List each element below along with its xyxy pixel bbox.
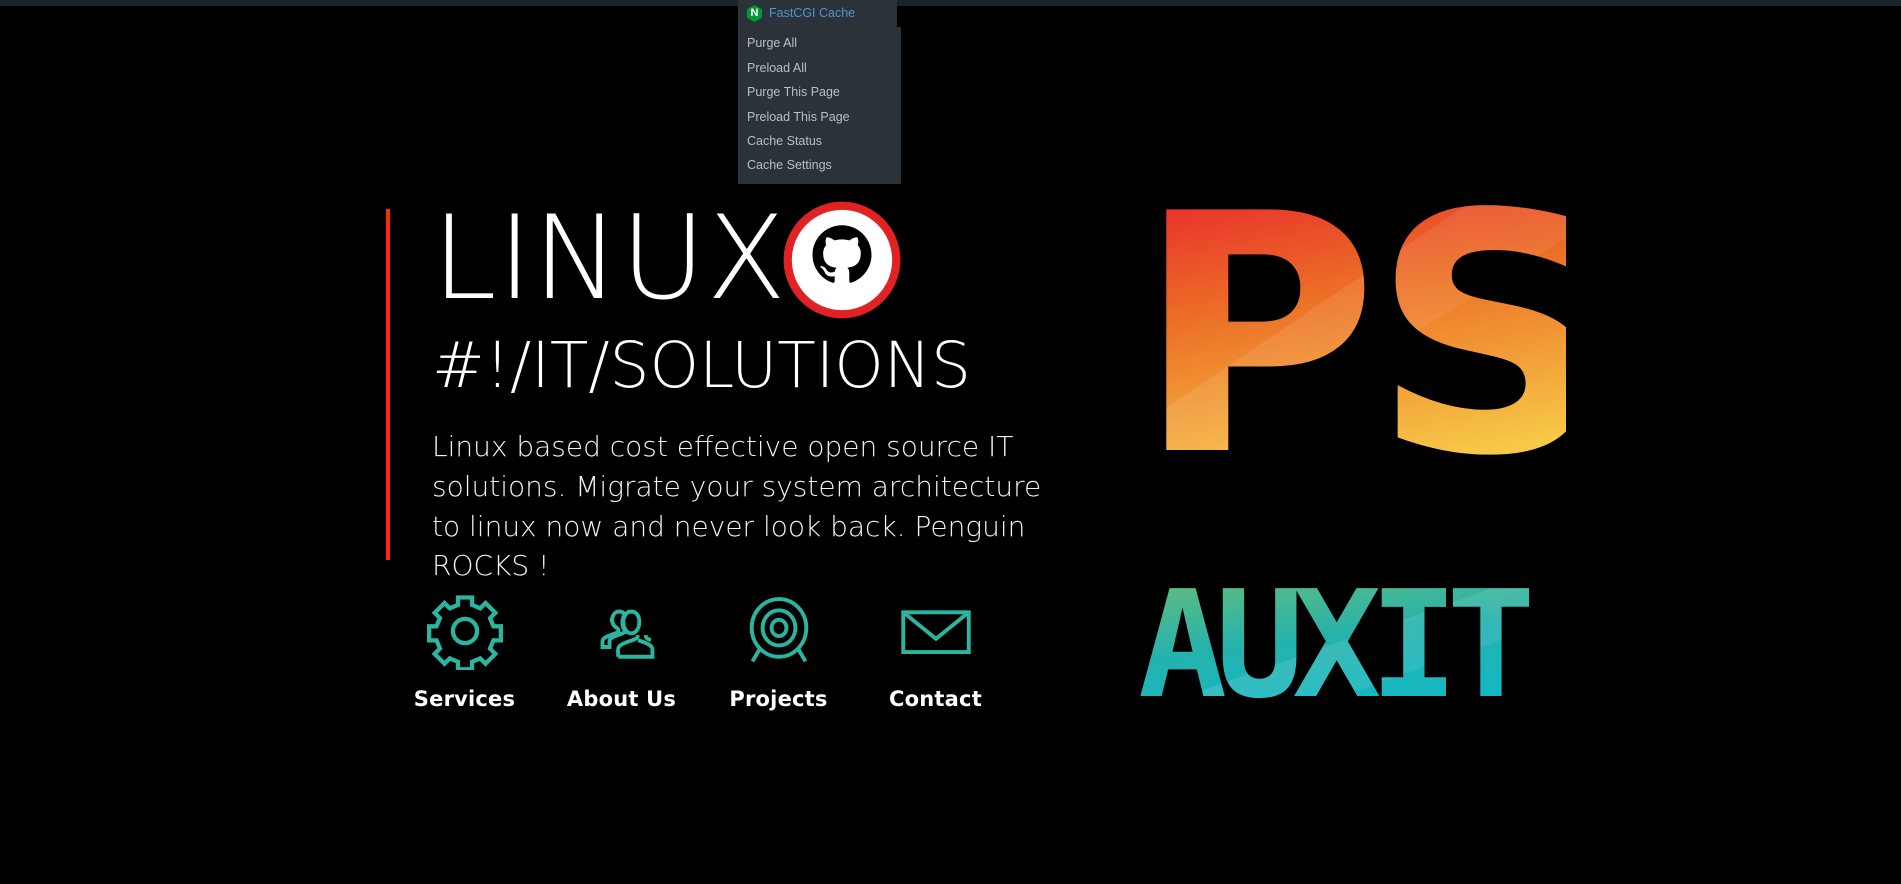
menu-item-cache-settings[interactable]: Cache Settings	[738, 154, 901, 178]
feature-label: About Us	[566, 687, 677, 711]
menu-item-cache-status[interactable]: Cache Status	[738, 130, 901, 154]
fastcgi-cache-menu-toggle[interactable]: N FastCGI Cache	[738, 0, 897, 27]
brand-subtitle: #!/IT/SOLUTIONS	[432, 329, 971, 402]
gear-icon	[426, 595, 503, 670]
menu-item-preload-all[interactable]: Preload All	[738, 56, 901, 80]
red-accent-bar	[386, 209, 390, 560]
page-content: LINUX #!/IT/SOLUTIONS Linux based cost e…	[0, 0, 1901, 884]
github-octocat-icon	[783, 201, 901, 319]
fastcgi-cache-menu: N FastCGI Cache Purge All Preload All Pu…	[738, 0, 901, 185]
feature-label: Services	[413, 687, 516, 711]
hero-paragraph: Linux based cost effective open source I…	[432, 430, 1042, 583]
target-icon	[749, 597, 808, 663]
feature-item-services[interactable]: Services	[386, 592, 543, 711]
menu-item-preload-this-page[interactable]: Preload This Page	[738, 105, 901, 129]
wp-admin-bar	[0, 0, 1901, 6]
ps-auxit-graphic: PS AUXIT	[1136, 178, 1566, 738]
fastcgi-cache-submenu: Purge All Preload All Purge This Page Pr…	[738, 27, 901, 185]
feature-item-contact[interactable]: Contact	[857, 592, 1014, 711]
menu-item-purge-this-page[interactable]: Purge This Page	[738, 81, 901, 105]
nginx-logo-letter: N	[750, 7, 759, 19]
feature-row: Services About Us Projects Contact	[386, 592, 1014, 711]
people-icon	[600, 609, 654, 659]
envelope-icon	[900, 610, 971, 655]
auxit-wordmark: AUXIT	[1138, 568, 1530, 718]
fastcgi-cache-menu-title: FastCGI Cache	[769, 6, 856, 21]
feature-item-projects[interactable]: Projects	[700, 592, 857, 711]
ps-wordmark: PS	[1136, 178, 1566, 498]
brand-name: LINUX	[432, 191, 787, 326]
nginx-logo-icon: N	[747, 5, 762, 22]
feature-label: Contact	[889, 687, 982, 711]
hero-brand-block: LINUX #!/IT/SOLUTIONS Linux based cost e…	[432, 196, 1072, 586]
menu-item-purge-all[interactable]: Purge All	[738, 32, 901, 56]
feature-label: Projects	[729, 687, 828, 711]
brand-title-row: LINUX	[432, 196, 1072, 322]
feature-item-about-us[interactable]: About Us	[543, 592, 700, 711]
